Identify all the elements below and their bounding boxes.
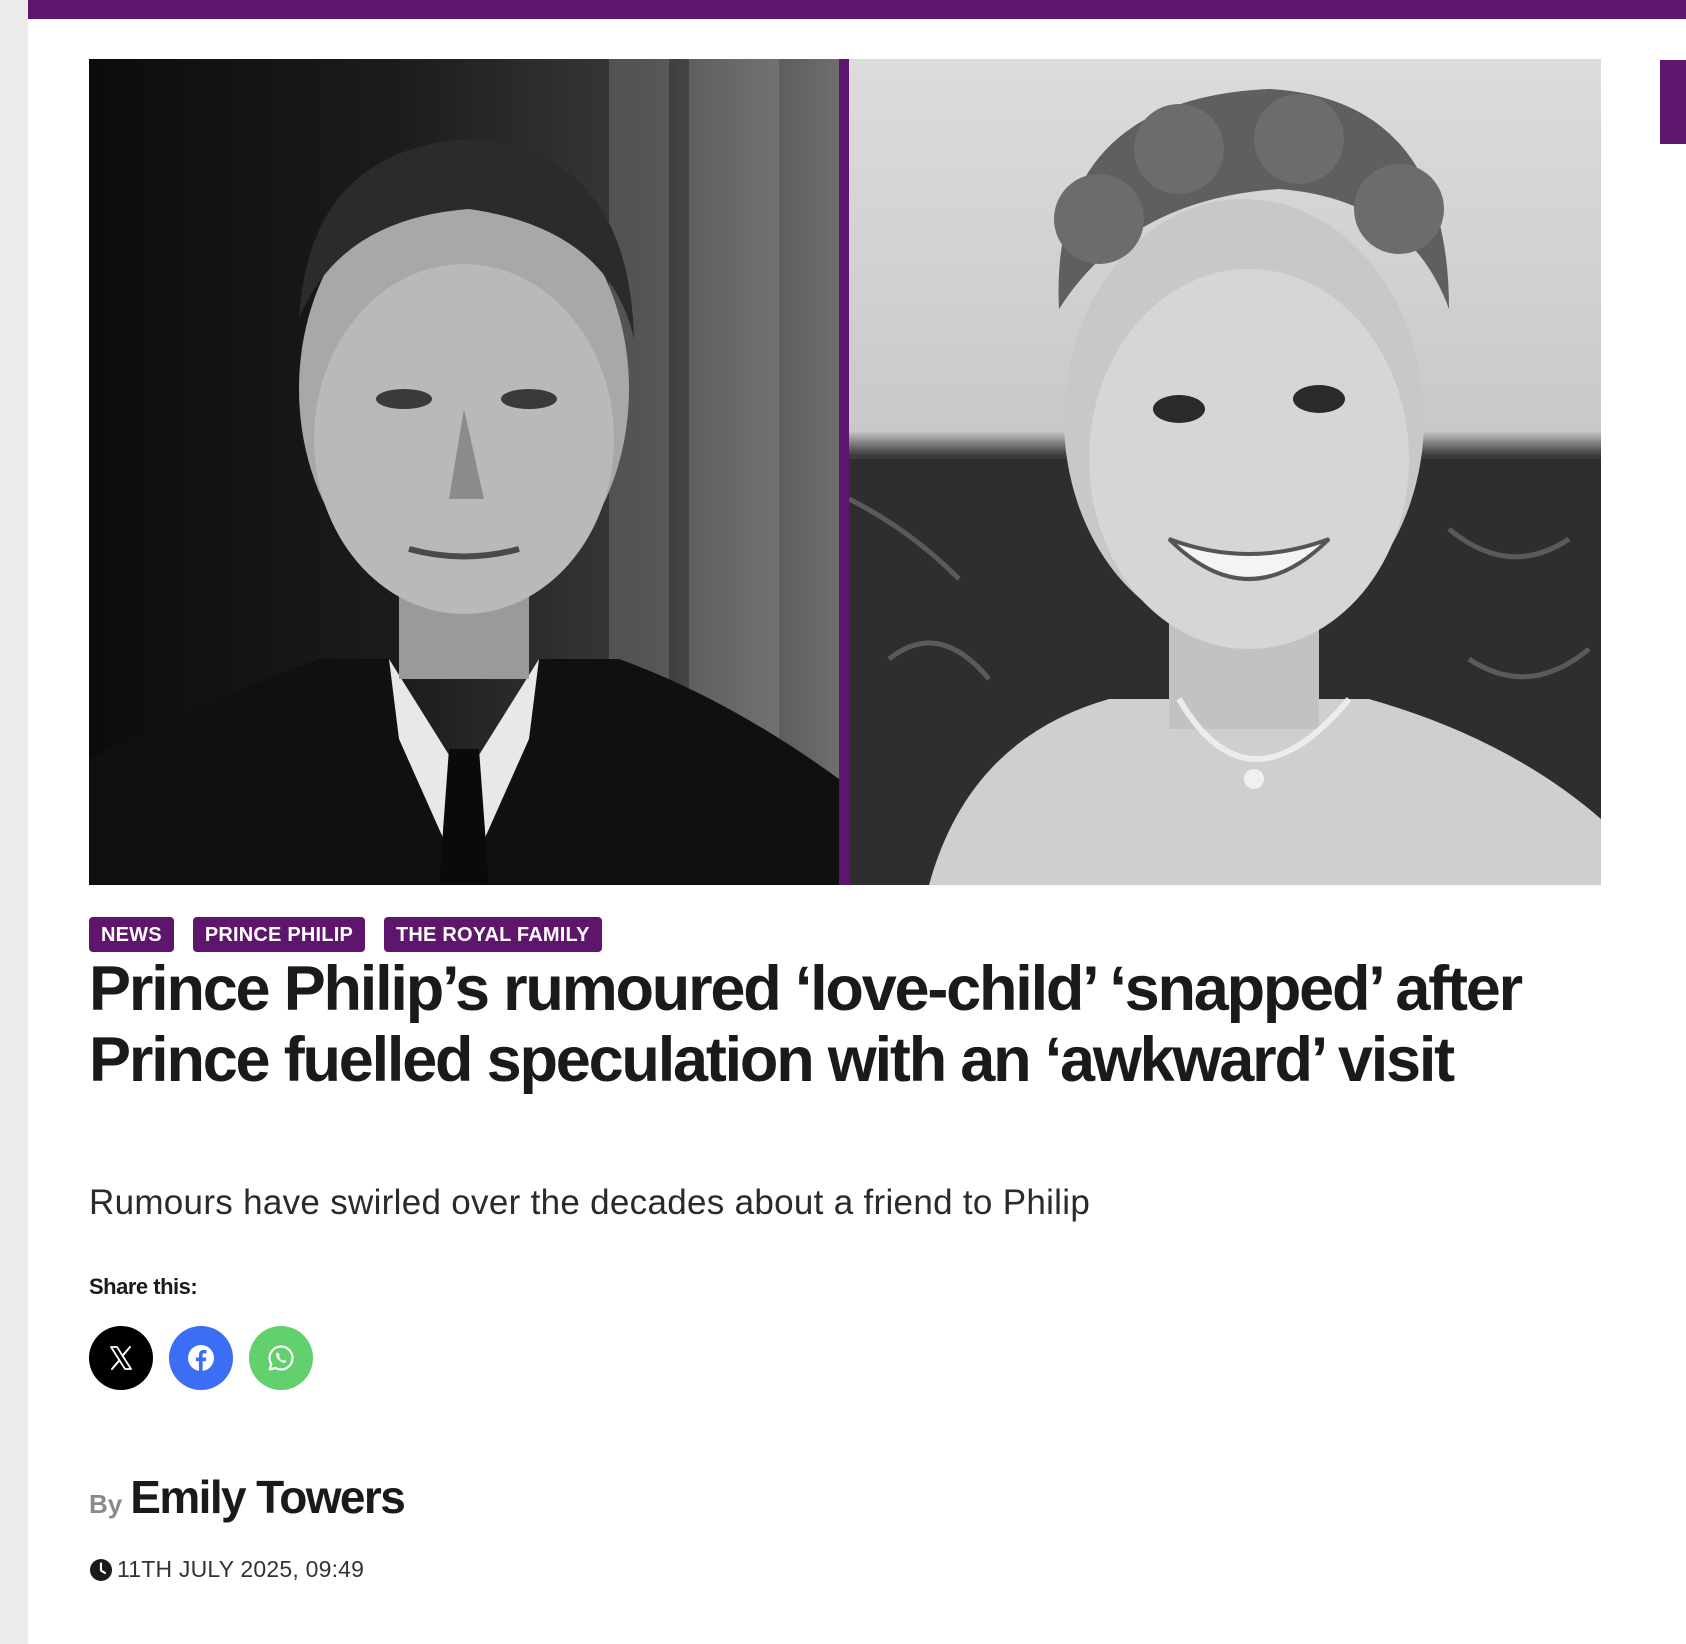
publish-date-text: 11TH JULY 2025, 09:49 <box>117 1556 365 1582</box>
side-accent-block <box>1660 60 1686 144</box>
author-name[interactable]: Emily Towers <box>130 1470 406 1524</box>
x-icon <box>110 1346 132 1370</box>
hero-image <box>89 59 1601 885</box>
share-buttons <box>89 1326 313 1390</box>
byline: By Emily Towers <box>89 1470 406 1524</box>
portrait-man-icon <box>89 59 839 885</box>
article-page: NEWS PRINCE PHILIP THE ROYAL FAMILY Prin… <box>28 0 1686 1644</box>
share-x-button[interactable] <box>89 1326 153 1390</box>
tag-news[interactable]: NEWS <box>89 917 174 952</box>
share-label: Share this: <box>89 1274 198 1299</box>
top-accent-bar <box>28 0 1686 19</box>
tag-the-royal-family[interactable]: THE ROYAL FAMILY <box>384 917 602 952</box>
tag-prince-philip[interactable]: PRINCE PHILIP <box>192 917 365 952</box>
byline-prefix: By <box>89 1489 123 1519</box>
portrait-woman-image <box>849 59 1601 885</box>
share-facebook-button[interactable] <box>169 1326 233 1390</box>
article-headline: Prince Philip’s rumoured ‘love-child’ ‘s… <box>89 954 1523 1095</box>
whatsapp-icon <box>268 1345 294 1371</box>
share-whatsapp-button[interactable] <box>249 1326 313 1390</box>
facebook-icon <box>188 1345 214 1371</box>
publish-date: 11TH JULY 2025, 09:49 <box>89 1556 364 1583</box>
tag-list: NEWS PRINCE PHILIP THE ROYAL FAMILY <box>89 917 602 952</box>
portrait-woman-icon <box>849 89 1601 885</box>
portrait-man-image <box>89 59 839 885</box>
article-standfirst: Rumours have swirled over the decades ab… <box>89 1183 1091 1222</box>
clock-icon <box>90 1558 112 1581</box>
